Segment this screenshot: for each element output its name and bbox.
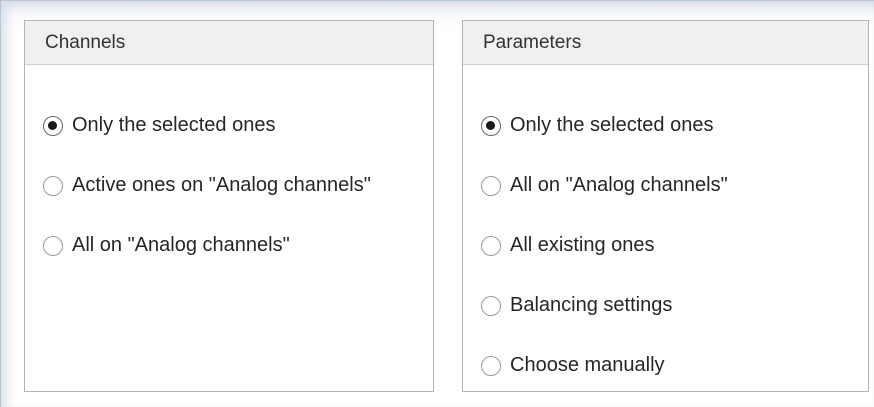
radio-label: All existing ones xyxy=(510,234,655,256)
radio-button-icon[interactable] xyxy=(43,175,63,196)
parameters-option-balancing[interactable]: Balancing settings xyxy=(481,294,672,317)
radio-label: Balancing settings xyxy=(510,294,673,316)
radio-label: Choose manually xyxy=(510,354,665,376)
parameters-option-all-analog[interactable]: All on "Analog channels" xyxy=(481,174,728,197)
radio-button-icon[interactable] xyxy=(481,295,501,316)
parameters-option-all-existing[interactable]: All existing ones xyxy=(481,234,655,257)
radio-button-icon[interactable] xyxy=(481,235,501,256)
radio-button-icon[interactable] xyxy=(481,175,501,196)
parameters-option-choose-manually[interactable]: Choose manually xyxy=(481,354,665,377)
radio-label: All on "Analog channels" xyxy=(510,174,728,196)
channels-option-active-analog[interactable]: Active ones on "Analog channels" xyxy=(43,174,371,197)
radio-label: Only the selected ones xyxy=(510,114,714,136)
radio-label: All on "Analog channels" xyxy=(72,234,290,256)
channels-option-all-analog[interactable]: All on "Analog channels" xyxy=(43,234,290,257)
radio-button-icon[interactable] xyxy=(481,115,501,136)
radio-button-icon[interactable] xyxy=(481,355,501,376)
radio-label: Active ones on "Analog channels" xyxy=(72,174,371,196)
parameters-group-title: Parameters xyxy=(463,21,868,65)
radio-button-icon[interactable] xyxy=(43,115,63,136)
parameters-group: Parameters Only the selected ones All on… xyxy=(462,20,869,392)
parameters-option-only-selected[interactable]: Only the selected ones xyxy=(481,114,713,137)
channels-group-title: Channels xyxy=(25,21,433,65)
radio-label: Only the selected ones xyxy=(72,114,276,136)
radio-button-icon[interactable] xyxy=(43,235,63,256)
channels-option-only-selected[interactable]: Only the selected ones xyxy=(43,114,275,137)
channels-group: Channels Only the selected ones Active o… xyxy=(24,20,434,392)
